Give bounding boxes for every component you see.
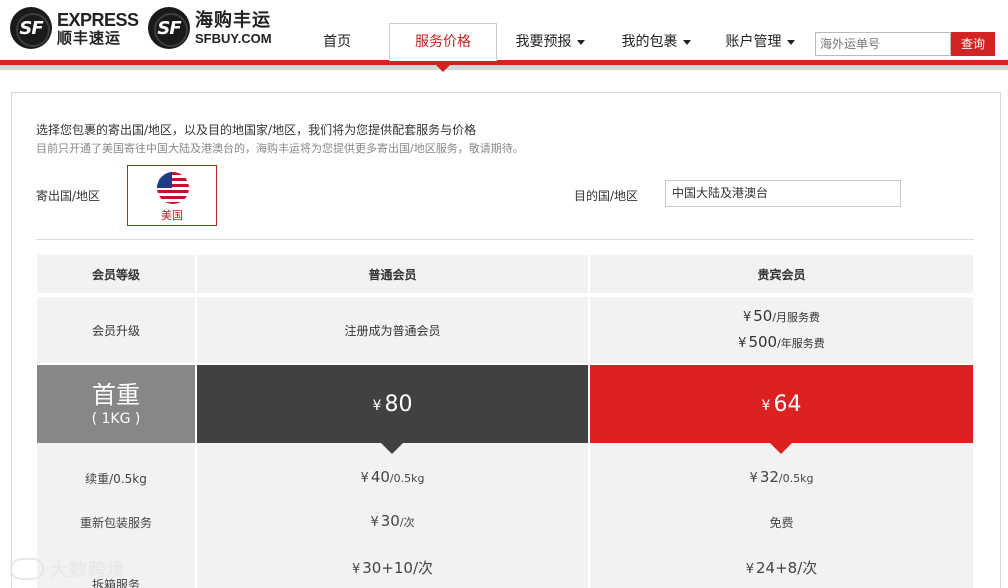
sf-express-logo[interactable]: SF EXPRESS 顺丰速运 (10, 6, 139, 50)
logo-sf-cn-text: 顺丰速运 (57, 28, 122, 47)
watermark: 大数跨境 (10, 556, 126, 582)
repack-label: 重新包装服务 (79, 516, 152, 530)
upgrade-label: 会员升级 (37, 297, 195, 363)
split-regular: ¥30+10/次 (351, 559, 434, 577)
origin-country-us[interactable]: 美国 (127, 165, 217, 226)
first-weight-vip-price: ¥64 (590, 365, 973, 443)
logo-sfbuy-cn-text: 海购丰运 (195, 9, 271, 31)
chevron-down-icon (682, 39, 691, 45)
additional-weight-label: 续重/0.5kg (85, 472, 147, 486)
search-button[interactable]: 查询 (951, 32, 995, 56)
nav-account[interactable]: 账户管理 (720, 24, 800, 60)
intro-text: 选择您包裹的寄出国/地区，以及目的地国家/地区，我们将为您提供配套服务与价格 (36, 123, 477, 137)
upgrade-vip: ¥50/月服务费 ¥500/年服务费 (590, 297, 973, 363)
chevron-down-icon (576, 39, 585, 45)
split-vip: ¥24+8/次 (745, 559, 818, 577)
regular-pointer-icon (381, 443, 403, 454)
site-header: SF EXPRESS 顺丰速运 SF 海购丰运 SFBUY.COM 首页 服务价… (0, 0, 1008, 61)
additional-weight-vip: ¥32/0.5kg (749, 468, 814, 486)
upgrade-regular: 注册成为普通会员 (197, 297, 588, 363)
header-gray-bar (0, 65, 1008, 70)
vip-yearly-fee: ¥500/年服务费 (738, 333, 825, 351)
header-regular: 普通会员 (197, 255, 588, 293)
additional-weight-regular: ¥40/0.5kg (360, 468, 425, 486)
vip-pointer-icon (770, 443, 792, 454)
watermark-logo-icon (10, 558, 44, 580)
nav-pricing-active[interactable]: 服务价格 (389, 23, 497, 61)
logo-express-text: EXPRESS (57, 9, 139, 30)
header-vip: 贵宾会员 (590, 255, 973, 293)
destination-label: 目的国/地区 (574, 189, 639, 203)
intro-note: 目前只开通了美国寄往中国大陆及港澳台的，海购丰运将为您提供更多寄出国/地区服务，… (36, 142, 524, 155)
origin-label: 寄出国/地区 (36, 189, 101, 203)
chevron-down-icon (786, 39, 795, 45)
nav-packages[interactable]: 我的包裹 (616, 24, 696, 60)
nav-forecast[interactable]: 我要预报 (510, 24, 590, 60)
nav-home[interactable]: 首页 (312, 24, 362, 60)
first-weight-regular-price: ¥80 (197, 365, 588, 443)
sfbuy-logo[interactable]: SF 海购丰运 SFBUY.COM (148, 6, 272, 50)
sfbuy-logo-icon: SF (148, 7, 190, 49)
sf-logo-icon: SF (10, 7, 52, 49)
nav-active-pointer-icon (436, 65, 450, 72)
repack-regular: ¥30/次 (370, 512, 415, 530)
origin-country-name: 美国 (161, 209, 183, 222)
tracking-search-input[interactable] (815, 32, 951, 56)
destination-field[interactable]: 中国大陆及港澳台 (665, 180, 901, 207)
section-divider (36, 239, 974, 240)
logo-sfbuy-domain-text: SFBUY.COM (195, 30, 272, 46)
first-weight-label: 首重 ( 1KG ) (37, 365, 195, 443)
repack-vip: 免费 (769, 516, 794, 530)
us-flag-icon (157, 172, 189, 204)
vip-monthly-fee: ¥50/月服务费 (742, 307, 821, 325)
header-level: 会员等级 (37, 255, 195, 293)
